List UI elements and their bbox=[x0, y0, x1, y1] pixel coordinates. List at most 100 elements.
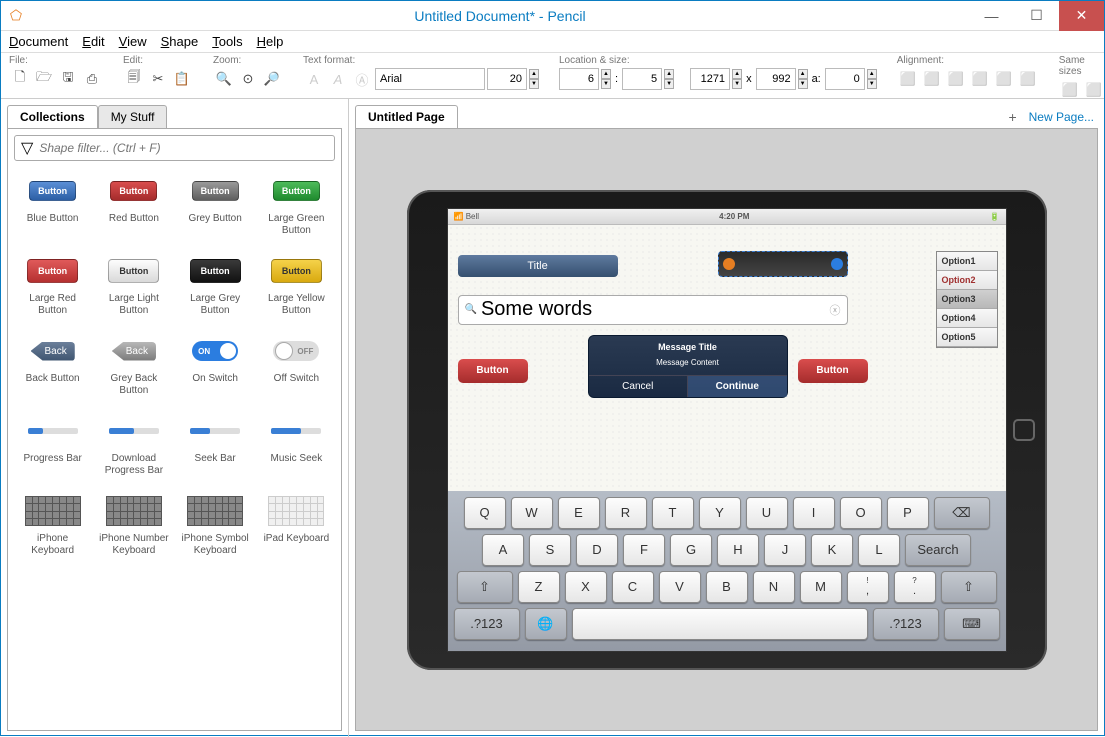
paste-icon[interactable]: 📋 bbox=[171, 68, 193, 90]
key[interactable]: V bbox=[659, 571, 701, 603]
shape-item[interactable]: Seek Bar bbox=[177, 407, 254, 483]
shape-item[interactable]: ButtonLarge Light Button bbox=[95, 247, 172, 323]
key[interactable]: ⇧ bbox=[457, 571, 513, 603]
new-page-link[interactable]: New Page... bbox=[1025, 110, 1098, 124]
cut-icon[interactable]: ✂ bbox=[147, 68, 169, 90]
key[interactable]: .?123 bbox=[454, 608, 520, 640]
shape-item[interactable]: ButtonGrey Button bbox=[177, 167, 254, 243]
shape-item[interactable]: iPad Keyboard bbox=[258, 487, 335, 563]
mock-button-right[interactable]: Button bbox=[798, 359, 868, 383]
shape-item[interactable]: ButtonLarge Green Button bbox=[258, 167, 335, 243]
print-icon[interactable]: ⎙ bbox=[81, 68, 103, 90]
key[interactable]: O bbox=[840, 497, 882, 529]
close-button[interactable]: ✕ bbox=[1059, 1, 1104, 31]
zoom-out-icon[interactable]: 🔍 bbox=[213, 68, 235, 90]
menu-view[interactable]: View bbox=[119, 34, 147, 49]
font-select[interactable] bbox=[375, 68, 485, 90]
save-doc-icon[interactable]: 🖫 bbox=[57, 68, 79, 90]
shape-item[interactable]: ButtonLarge Grey Button bbox=[177, 247, 254, 323]
message-continue-button[interactable]: Continue bbox=[688, 376, 787, 397]
menu-tools[interactable]: Tools bbox=[212, 34, 242, 49]
angle-input[interactable] bbox=[825, 68, 865, 90]
shape-item[interactable]: ButtonRed Button bbox=[95, 167, 172, 243]
key[interactable]: ⌫ bbox=[934, 497, 990, 529]
mock-segmented-control[interactable] bbox=[718, 251, 848, 277]
shape-filter[interactable]: ▽ bbox=[14, 135, 335, 161]
align-left-icon[interactable]: ⬜ bbox=[897, 68, 919, 90]
option-5[interactable]: Option5 bbox=[937, 328, 997, 347]
page-tab[interactable]: Untitled Page bbox=[355, 105, 458, 128]
key[interactable]: H bbox=[717, 534, 759, 566]
shape-item[interactable]: ButtonBlue Button bbox=[14, 167, 91, 243]
zoom-in-icon[interactable]: 🔎 bbox=[261, 68, 283, 90]
shape-item[interactable]: ONOn Switch bbox=[177, 327, 254, 403]
shape-item[interactable]: ButtonLarge Yellow Button bbox=[258, 247, 335, 323]
align-right-icon[interactable]: ⬜ bbox=[945, 68, 967, 90]
zoom-reset-icon[interactable]: ⊙ bbox=[237, 68, 259, 90]
key[interactable]: ?. bbox=[894, 571, 936, 603]
key[interactable]: S bbox=[529, 534, 571, 566]
option-1[interactable]: Option1 bbox=[937, 252, 997, 271]
key[interactable]: C bbox=[612, 571, 654, 603]
text-color-icon[interactable]: A bbox=[303, 68, 325, 90]
shape-item[interactable]: BackGrey Back Button bbox=[95, 327, 172, 403]
shape-item[interactable]: Music Seek bbox=[258, 407, 335, 483]
mock-text-field[interactable]: 🔍 Some words ⓧ bbox=[458, 295, 848, 325]
key[interactable]: Search bbox=[905, 534, 971, 566]
key[interactable]: P bbox=[887, 497, 929, 529]
open-doc-icon[interactable]: 🗁 bbox=[33, 68, 55, 90]
key[interactable]: E bbox=[558, 497, 600, 529]
key[interactable]: Z bbox=[518, 571, 560, 603]
shape-item[interactable]: iPhone Symbol Keyboard bbox=[177, 487, 254, 563]
mock-option-list[interactable]: Option1 Option2 Option3 Option4 Option5 bbox=[936, 251, 998, 348]
key[interactable]: ⇧ bbox=[941, 571, 997, 603]
copy-icon[interactable]: 🗐 bbox=[123, 68, 145, 90]
menu-document[interactable]: Document bbox=[9, 34, 68, 49]
key[interactable]: Y bbox=[699, 497, 741, 529]
key[interactable]: Q bbox=[464, 497, 506, 529]
size-h-input[interactable] bbox=[756, 68, 796, 90]
key[interactable]: G bbox=[670, 534, 712, 566]
menu-help[interactable]: Help bbox=[257, 34, 284, 49]
align-center-icon[interactable]: ⬜ bbox=[921, 68, 943, 90]
option-4[interactable]: Option4 bbox=[937, 309, 997, 328]
mock-message-box[interactable]: Message Title Message Content Cancel Con… bbox=[588, 335, 788, 398]
seg-handle-left-icon[interactable] bbox=[723, 258, 735, 270]
add-page-button[interactable]: + bbox=[1000, 109, 1024, 125]
size-w-input[interactable] bbox=[690, 68, 730, 90]
filter-input[interactable] bbox=[39, 141, 328, 155]
key[interactable]: N bbox=[753, 571, 795, 603]
shape-item[interactable]: ButtonLarge Red Button bbox=[14, 247, 91, 323]
key[interactable]: L bbox=[858, 534, 900, 566]
shape-item[interactable]: Download Progress Bar bbox=[95, 407, 172, 483]
shape-item[interactable]: iPhone Number Keyboard bbox=[95, 487, 172, 563]
font-size-up[interactable]: ▲ bbox=[529, 69, 539, 79]
key[interactable]: R bbox=[605, 497, 647, 529]
align-top-icon[interactable]: ⬜ bbox=[969, 68, 991, 90]
key[interactable]: F bbox=[623, 534, 665, 566]
mock-title-bar[interactable]: Title bbox=[458, 255, 618, 277]
font-size-input[interactable] bbox=[487, 68, 527, 90]
align-bot-icon[interactable]: ⬜ bbox=[1017, 68, 1039, 90]
menu-edit[interactable]: Edit bbox=[82, 34, 104, 49]
minimize-button[interactable]: — bbox=[969, 1, 1014, 31]
key[interactable]: D bbox=[576, 534, 618, 566]
same-h-icon[interactable]: ⬜ bbox=[1083, 79, 1105, 101]
seg-handle-right-icon[interactable] bbox=[831, 258, 843, 270]
tab-mystuff[interactable]: My Stuff bbox=[98, 105, 168, 128]
shape-item[interactable]: iPhone Keyboard bbox=[14, 487, 91, 563]
shape-item[interactable]: OFFOff Switch bbox=[258, 327, 335, 403]
maximize-button[interactable]: ☐ bbox=[1014, 1, 1059, 31]
align-mid-icon[interactable]: ⬜ bbox=[993, 68, 1015, 90]
key[interactable]: W bbox=[511, 497, 553, 529]
spacebar-key[interactable] bbox=[572, 608, 868, 640]
shape-item[interactable]: BackBack Button bbox=[14, 327, 91, 403]
key[interactable]: !, bbox=[847, 571, 889, 603]
key[interactable]: .?123 bbox=[873, 608, 939, 640]
shape-item[interactable]: Progress Bar bbox=[14, 407, 91, 483]
key[interactable]: J bbox=[764, 534, 806, 566]
option-2[interactable]: Option2 bbox=[937, 271, 997, 290]
loc-y-input[interactable] bbox=[622, 68, 662, 90]
clear-icon[interactable]: ⓧ bbox=[830, 302, 841, 318]
key[interactable]: 🌐 bbox=[525, 608, 567, 640]
